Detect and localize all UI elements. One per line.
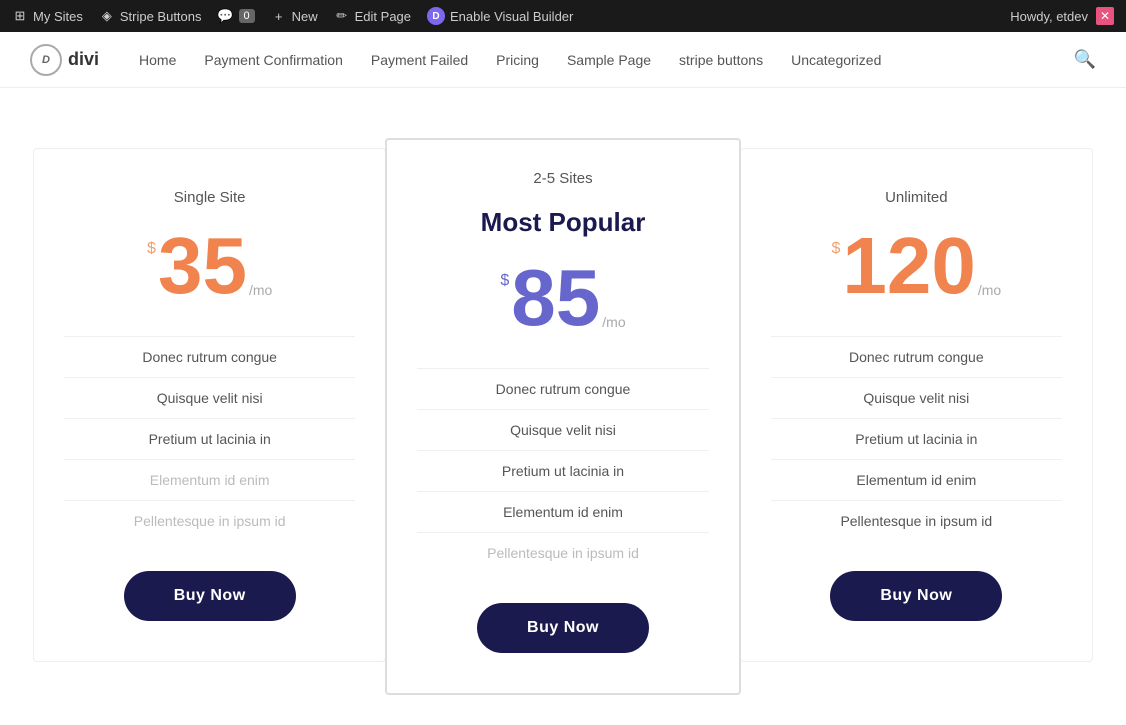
feature-popular-2: Quisque velit nisi — [417, 409, 708, 450]
new-label: New — [292, 9, 318, 24]
feature-unlimited-3: Pretium ut lacinia in — [771, 418, 1062, 459]
site-logo[interactable]: D divi — [30, 44, 99, 76]
buy-btn-unlimited[interactable]: Buy Now — [830, 571, 1002, 621]
my-sites-label: My Sites — [33, 9, 83, 24]
enable-visual-builder-btn[interactable]: D Enable Visual Builder — [427, 7, 573, 25]
nav-bar: D divi Home Payment Confirmation Payment… — [0, 32, 1126, 88]
pricing-grid: Single Site $ 35 /mo Donec rutrum congue… — [33, 148, 1093, 685]
edit-page-menu[interactable]: ✏ Edit Page — [334, 8, 411, 24]
feature-single-3: Pretium ut lacinia in — [64, 418, 355, 459]
sites-icon: ⊞ — [12, 8, 28, 24]
price-wrapper-popular: $ 85 /mo — [500, 258, 625, 338]
plan-name-unlimited: Unlimited — [885, 189, 948, 206]
site-name: divi — [68, 49, 99, 70]
feature-list-popular: Donec rutrum congue Quisque velit nisi P… — [417, 368, 708, 573]
feature-single-1: Donec rutrum congue — [64, 336, 355, 377]
nav-stripe-buttons[interactable]: stripe buttons — [679, 52, 763, 68]
plan-name-popular: 2-5 Sites — [533, 170, 592, 187]
stripe-icon: ◈ — [99, 8, 115, 24]
feature-popular-1: Donec rutrum congue — [417, 368, 708, 409]
currency-popular: $ — [500, 272, 509, 290]
feature-list-single: Donec rutrum congue Quisque velit nisi P… — [64, 336, 355, 541]
nav-sample-page[interactable]: Sample Page — [567, 52, 651, 68]
new-menu[interactable]: + New — [271, 8, 318, 24]
price-wrapper-unlimited: $ 120 /mo — [831, 226, 1001, 306]
howdy-text: Howdy, etdev — [1010, 9, 1088, 24]
feature-unlimited-5: Pellentesque in ipsum id — [771, 500, 1062, 541]
search-icon[interactable]: 🔍 — [1074, 49, 1096, 70]
logo-letter: D — [42, 54, 50, 66]
pricing-card-single: Single Site $ 35 /mo Donec rutrum congue… — [33, 148, 386, 662]
plan-name-single: Single Site — [174, 189, 246, 206]
comments-menu[interactable]: 💬 0 — [218, 8, 255, 24]
main-content: Single Site $ 35 /mo Donec rutrum congue… — [13, 88, 1113, 725]
price-number-popular: 85 — [511, 258, 600, 338]
admin-bar: ⊞ My Sites ◈ Stripe Buttons 💬 0 + New ✏ … — [0, 0, 1126, 32]
feature-single-2: Quisque velit nisi — [64, 377, 355, 418]
pricing-card-unlimited: Unlimited $ 120 /mo Donec rutrum congue … — [740, 148, 1093, 662]
close-button[interactable]: ✕ — [1096, 7, 1114, 25]
feature-unlimited-4: Elementum id enim — [771, 459, 1062, 500]
comments-count: 0 — [239, 9, 255, 23]
most-popular-label: Most Popular — [481, 207, 646, 238]
my-sites-menu[interactable]: ⊞ My Sites — [12, 8, 83, 24]
price-wrapper-single: $ 35 /mo — [147, 226, 272, 306]
buy-btn-single[interactable]: Buy Now — [124, 571, 296, 621]
feature-popular-3: Pretium ut lacinia in — [417, 450, 708, 491]
price-period-popular: /mo — [602, 314, 625, 330]
nav-payment-confirmation[interactable]: Payment Confirmation — [204, 52, 343, 68]
price-number-unlimited: 120 — [842, 226, 975, 306]
logo-circle: D — [30, 44, 62, 76]
nav-uncategorized[interactable]: Uncategorized — [791, 52, 881, 68]
price-number-single: 35 — [158, 226, 247, 306]
stripe-buttons-label: Stripe Buttons — [120, 9, 202, 24]
feature-unlimited-2: Quisque velit nisi — [771, 377, 1062, 418]
feature-single-4: Elementum id enim — [64, 459, 355, 500]
plus-icon: + — [271, 8, 287, 24]
price-period-unlimited: /mo — [978, 282, 1001, 298]
comment-icon: 💬 — [218, 8, 234, 24]
enable-visual-builder-label: Enable Visual Builder — [450, 9, 573, 24]
feature-popular-4: Elementum id enim — [417, 491, 708, 532]
nav-pricing[interactable]: Pricing — [496, 52, 539, 68]
nav-home[interactable]: Home — [139, 52, 176, 68]
feature-list-unlimited: Donec rutrum congue Quisque velit nisi P… — [771, 336, 1062, 541]
pencil-icon: ✏ — [334, 8, 350, 24]
price-period-single: /mo — [249, 282, 272, 298]
divi-builder-icon: D — [427, 7, 445, 25]
currency-single: $ — [147, 240, 156, 258]
edit-page-label: Edit Page — [355, 9, 411, 24]
stripe-buttons-menu[interactable]: ◈ Stripe Buttons — [99, 8, 202, 24]
currency-unlimited: $ — [831, 240, 840, 258]
feature-unlimited-1: Donec rutrum congue — [771, 336, 1062, 377]
feature-popular-5: Pellentesque in ipsum id — [417, 532, 708, 573]
pricing-card-popular: 2-5 Sites Most Popular $ 85 /mo Donec ru… — [385, 138, 740, 695]
admin-bar-right: Howdy, etdev ✕ — [1010, 7, 1114, 25]
main-nav: Home Payment Confirmation Payment Failed… — [139, 52, 1044, 68]
nav-payment-failed[interactable]: Payment Failed — [371, 52, 468, 68]
feature-single-5: Pellentesque in ipsum id — [64, 500, 355, 541]
buy-btn-popular[interactable]: Buy Now — [477, 603, 649, 653]
